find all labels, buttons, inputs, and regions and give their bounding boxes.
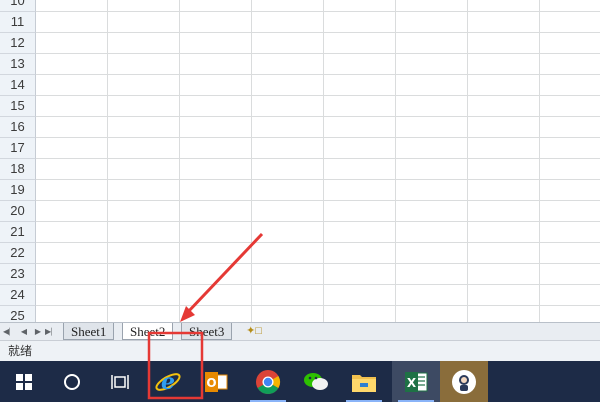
row-cells[interactable] — [36, 201, 600, 222]
table-row[interactable]: 14 — [0, 75, 600, 96]
row-header[interactable]: 16 — [0, 117, 36, 138]
outlook-icon: O — [205, 371, 228, 392]
windows-start-icon — [16, 373, 32, 390]
table-row[interactable]: 11 — [0, 12, 600, 33]
spreadsheet-grid[interactable]: 10 11 12 13 14 15 16 17 18 19 20 21 22 2… — [0, 0, 600, 322]
table-row[interactable]: 23 — [0, 264, 600, 285]
row-header[interactable]: 10 — [0, 0, 36, 12]
table-row[interactable]: 19 — [0, 180, 600, 201]
row-header[interactable]: 24 — [0, 285, 36, 306]
taskbar-excel[interactable]: X — [392, 361, 440, 402]
table-row[interactable]: 20 — [0, 201, 600, 222]
table-row[interactable]: 10 — [0, 0, 600, 12]
row-header[interactable]: 21 — [0, 222, 36, 243]
row-cells[interactable] — [36, 117, 600, 138]
tab-sheet3[interactable]: Sheet3 — [181, 323, 233, 340]
table-row[interactable]: 13 — [0, 54, 600, 75]
row-header[interactable]: 15 — [0, 96, 36, 117]
table-row[interactable]: 18 — [0, 159, 600, 180]
taskbar-internet-explorer[interactable]: e — [144, 361, 192, 402]
row-cells[interactable] — [36, 138, 600, 159]
windows-taskbar: e O X — [0, 361, 600, 402]
row-header[interactable]: 11 — [0, 12, 36, 33]
row-cells[interactable] — [36, 96, 600, 117]
tab-sheet1[interactable]: Sheet1 — [63, 323, 115, 340]
svg-text:O: O — [206, 376, 216, 390]
tab-sheet2[interactable]: Sheet2 — [122, 323, 174, 340]
row-cells[interactable] — [36, 180, 600, 201]
task-view-button[interactable] — [96, 361, 144, 402]
taskbar-wechat[interactable] — [292, 361, 340, 402]
last-sheet-icon[interactable]: ▶⎸ — [45, 324, 59, 339]
taskbar-user-app[interactable] — [440, 361, 488, 402]
sheet-tab-bar: ◀⎸ ◀ ▶ ▶⎸ Sheet1 Sheet2 Sheet3 ✦□ — [0, 322, 600, 340]
row-header[interactable]: 17 — [0, 138, 36, 159]
table-row[interactable]: 12 — [0, 33, 600, 54]
row-header[interactable]: 12 — [0, 33, 36, 54]
row-header[interactable]: 25 — [0, 306, 36, 322]
row-cells[interactable] — [36, 243, 600, 264]
row-cells[interactable] — [36, 0, 600, 12]
insert-worksheet-icon[interactable]: ✦□ — [244, 323, 264, 340]
row-header[interactable]: 18 — [0, 159, 36, 180]
row-header[interactable]: 20 — [0, 201, 36, 222]
table-row[interactable]: 25 — [0, 306, 600, 322]
row-header[interactable]: 19 — [0, 180, 36, 201]
cortana-search-icon — [64, 373, 80, 390]
task-view-icon — [111, 374, 129, 389]
row-cells[interactable] — [36, 222, 600, 243]
row-cells[interactable] — [36, 54, 600, 75]
taskbar-outlook[interactable]: O — [192, 361, 240, 402]
file-explorer-icon — [352, 374, 376, 392]
prev-sheet-icon[interactable]: ◀ — [17, 324, 31, 339]
start-button[interactable] — [0, 361, 48, 402]
table-row[interactable]: 16 — [0, 117, 600, 138]
row-cells[interactable] — [36, 33, 600, 54]
row-header[interactable]: 13 — [0, 54, 36, 75]
table-row[interactable]: 24 — [0, 285, 600, 306]
wechat-icon — [304, 372, 328, 390]
row-cells[interactable] — [36, 159, 600, 180]
row-header[interactable]: 23 — [0, 264, 36, 285]
row-cells[interactable] — [36, 285, 600, 306]
first-sheet-icon[interactable]: ◀⎸ — [3, 324, 17, 339]
status-bar: 就绪 — [0, 340, 600, 361]
taskbar-chrome[interactable] — [244, 361, 292, 402]
excel-icon: X — [405, 371, 428, 392]
row-header[interactable]: 22 — [0, 243, 36, 264]
next-sheet-icon[interactable]: ▶ — [31, 324, 45, 339]
row-cells[interactable] — [36, 264, 600, 285]
row-cells[interactable] — [36, 306, 600, 322]
table-row[interactable]: 21 — [0, 222, 600, 243]
status-text: 就绪 — [8, 344, 33, 358]
row-header[interactable]: 14 — [0, 75, 36, 96]
svg-text:X: X — [407, 376, 417, 390]
table-row[interactable]: 15 — [0, 96, 600, 117]
row-cells[interactable] — [36, 75, 600, 96]
user-avatar-icon — [452, 369, 476, 394]
cortana-search-button[interactable] — [48, 361, 96, 402]
svg-text:e: e — [161, 369, 175, 395]
chrome-icon — [256, 369, 281, 394]
table-row[interactable]: 22 — [0, 243, 600, 264]
internet-explorer-icon: e — [155, 369, 181, 395]
taskbar-file-explorer[interactable] — [340, 361, 388, 402]
table-row[interactable]: 17 — [0, 138, 600, 159]
row-cells[interactable] — [36, 12, 600, 33]
